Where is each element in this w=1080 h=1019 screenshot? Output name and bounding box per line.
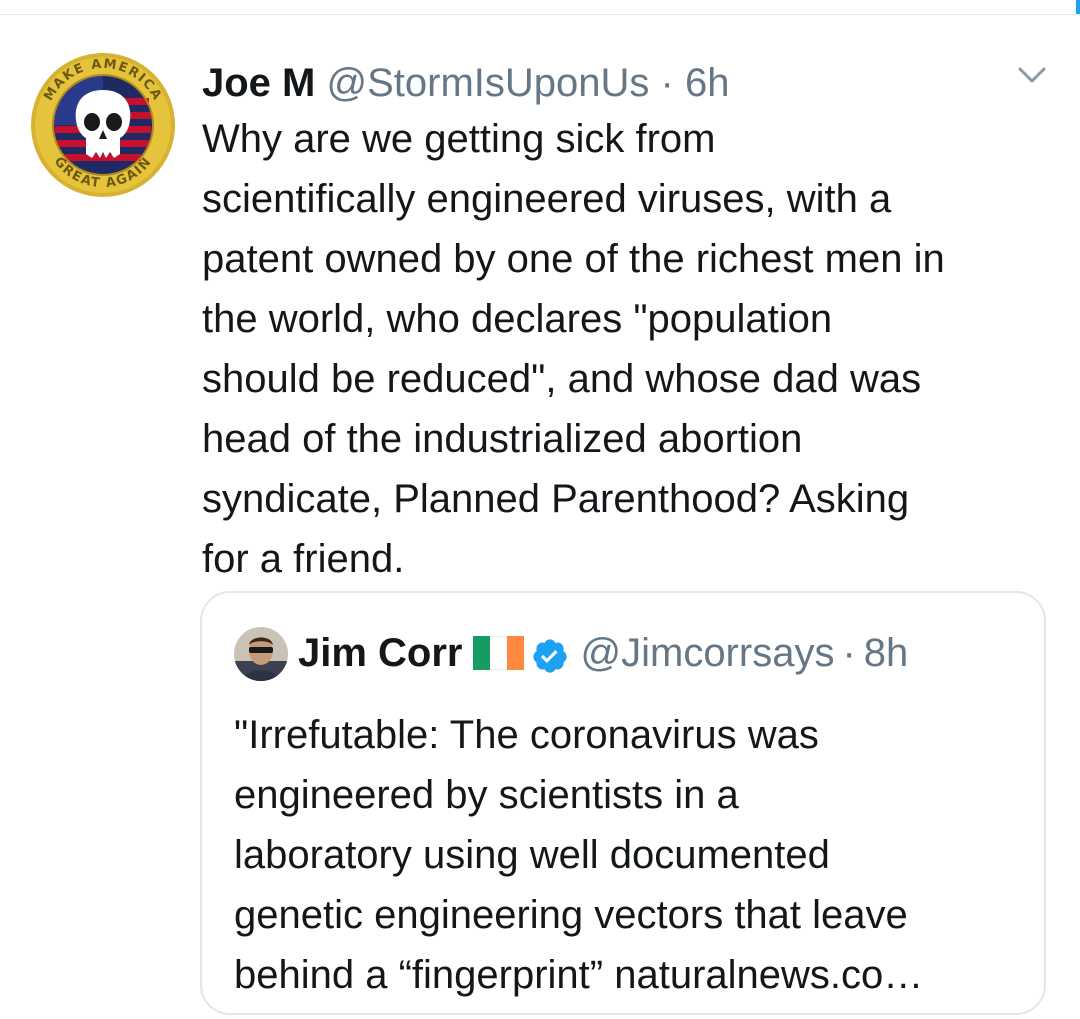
- quoted-text-line: engineered by scientists in a: [234, 773, 739, 817]
- tweet-timestamp[interactable]: 6h: [685, 61, 730, 105]
- tweet-text-line: the world, who declares "population: [202, 297, 833, 341]
- tweet[interactable]: MAKE AMERICA GREAT AGAIN Joe M @StormIsU…: [0, 15, 1080, 1019]
- quoted-text-line: behind a “fingerprint” naturalnews.co…: [234, 953, 924, 997]
- author-name[interactable]: Joe M: [202, 61, 315, 105]
- avatar[interactable]: MAKE AMERICA GREAT AGAIN: [30, 52, 176, 198]
- quoted-text-line: genetic engineering vectors that leave: [234, 893, 908, 937]
- tweet-text-line: Why are we getting sick from: [202, 117, 716, 161]
- tweet-text: Why are we getting sick from scientifica…: [202, 109, 1062, 589]
- verified-badge-icon: [531, 634, 569, 673]
- quoted-avatar[interactable]: [234, 627, 288, 681]
- ireland-flag-icon: [472, 636, 525, 670]
- quoted-tweet-text: "Irrefutable: The coronavirus was engine…: [234, 705, 1034, 1005]
- quoted-author-name[interactable]: Jim Corr: [298, 625, 463, 681]
- tweet-text-line: for a friend.: [202, 537, 405, 581]
- punisher-skull-logo: MAKE AMERICA GREAT AGAIN: [31, 53, 175, 197]
- tweet-header: Joe M @StormIsUponUs · 6h: [202, 57, 729, 109]
- quoted-text-line: laboratory using well documented: [234, 833, 830, 877]
- quoted-header: Jim Corr @Jimcorrsays · 8h: [298, 625, 908, 681]
- tweet-text-line: should be reduced", and whose dad was: [202, 357, 922, 401]
- header-separator: ·: [660, 61, 674, 105]
- quoted-text-line: "Irrefutable: The coronavirus was: [234, 713, 819, 757]
- chevron-down-icon[interactable]: [1014, 63, 1050, 87]
- author-handle[interactable]: @StormIsUponUs: [326, 61, 649, 105]
- quoted-author-handle[interactable]: @Jimcorrsays: [581, 625, 835, 681]
- tweet-text-line: head of the industrialized abortion: [202, 417, 803, 461]
- tweet-text-line: scientifically engineered viruses, with …: [202, 177, 892, 221]
- quoted-timestamp[interactable]: 8h: [864, 625, 909, 681]
- scroll-indicator: [1076, 0, 1080, 14]
- quoted-tweet[interactable]: Jim Corr @Jimcorrsays · 8h "Irrefutable:…: [200, 591, 1046, 1015]
- tweet-text-line: syndicate, Planned Parenthood? Asking: [202, 477, 910, 521]
- tweet-text-line: patent owned by one of the richest men i…: [202, 237, 945, 281]
- quoted-header-separator: ·: [842, 631, 856, 675]
